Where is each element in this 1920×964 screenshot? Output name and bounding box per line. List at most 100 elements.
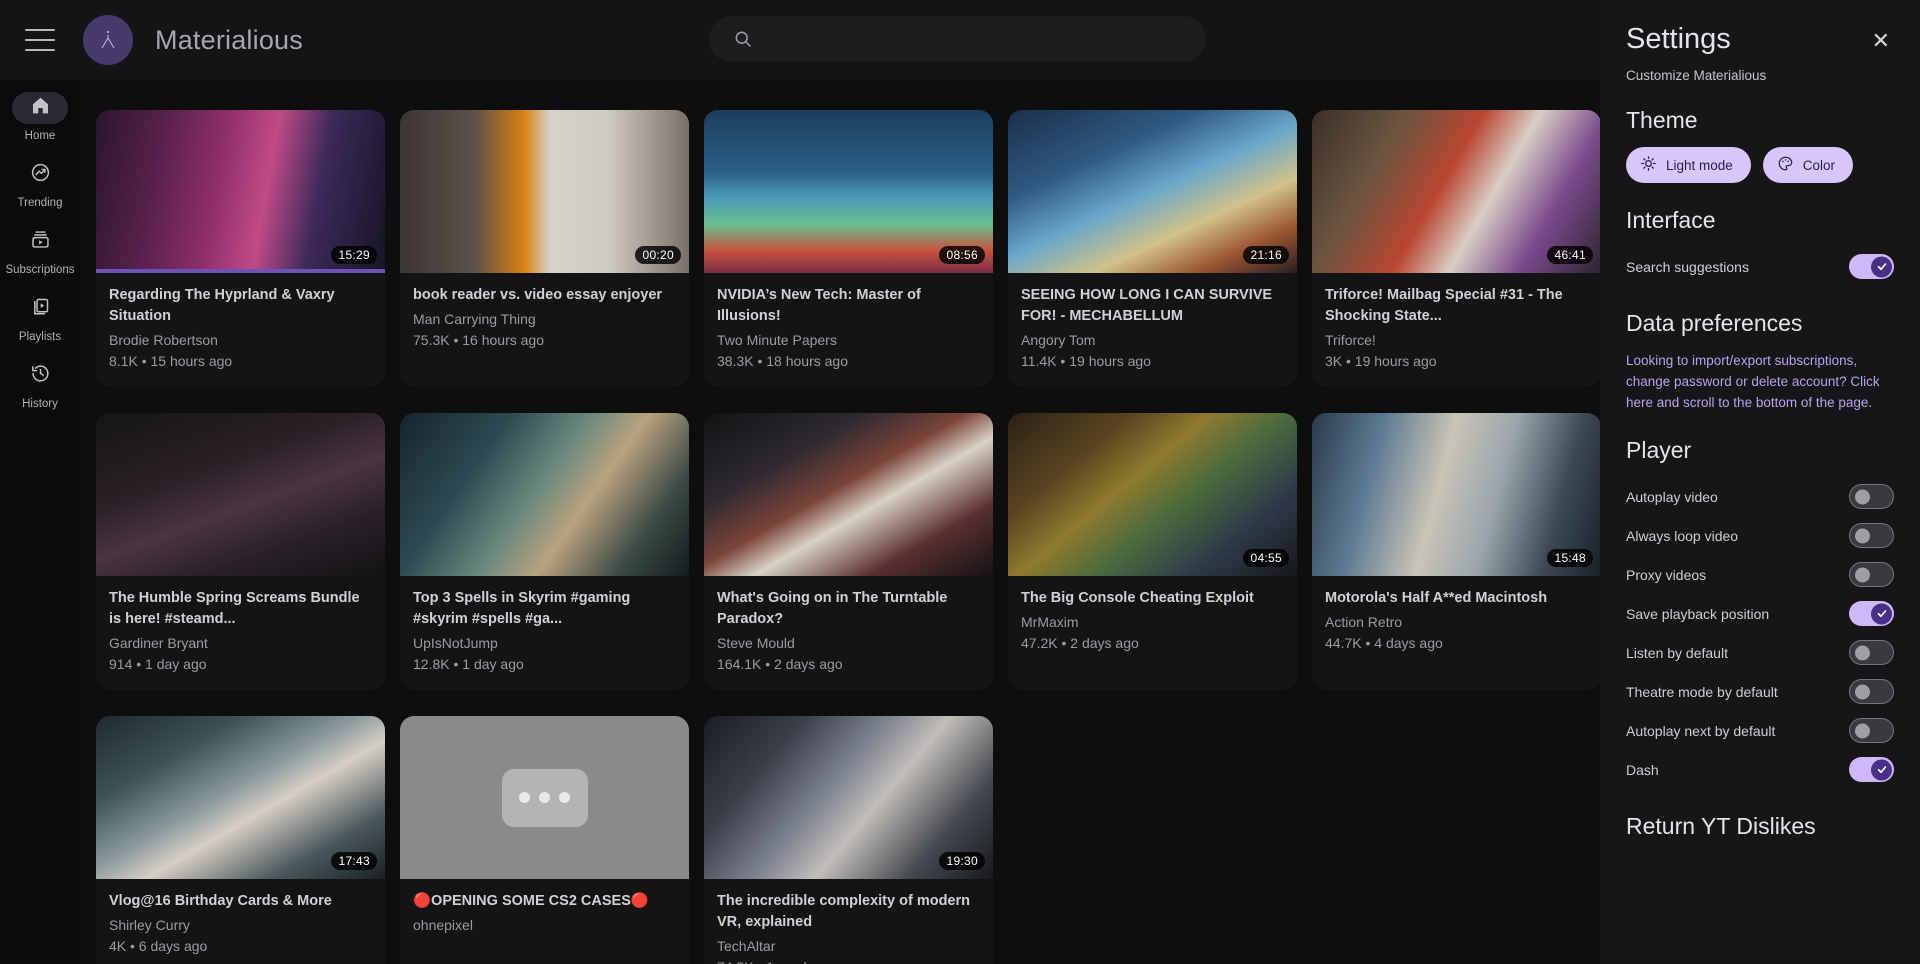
materialious-logo-icon[interactable] (83, 15, 133, 65)
toggle-knob (1855, 567, 1870, 582)
video-author[interactable]: Shirley Curry (109, 915, 372, 935)
video-thumbnail[interactable]: 04:55 (1008, 413, 1297, 576)
video-author[interactable]: Man Carrying Thing (413, 309, 676, 329)
player-setting-toggle[interactable] (1849, 484, 1894, 509)
video-title[interactable]: The Humble Spring Screams Bundle is here… (109, 588, 372, 630)
video-title[interactable]: book reader vs. video essay enjoyer (413, 285, 676, 306)
player-setting-toggle[interactable] (1849, 562, 1894, 587)
video-author[interactable]: TechAltar (717, 936, 980, 956)
video-thumbnail[interactable]: 00:20 (400, 110, 689, 273)
player-setting-toggle[interactable] (1849, 679, 1894, 704)
interface-section-heading: Interface (1626, 207, 1716, 233)
video-author[interactable]: Action Retro (1325, 612, 1588, 632)
sidebar-item-home[interactable]: Home (4, 92, 76, 143)
video-author[interactable]: Brodie Robertson (109, 330, 372, 350)
video-author[interactable]: Angory Tom (1021, 330, 1284, 350)
video-title[interactable]: The incredible complexity of modern VR, … (717, 891, 980, 933)
sidebar-item-history[interactable]: History (4, 360, 76, 411)
player-setting-label: Always loop video (1626, 527, 1739, 544)
video-stats: 8.1K • 15 hours ago (109, 353, 233, 369)
video-thumbnail[interactable]: 19:30 (704, 716, 993, 879)
video-meta: The Humble Spring Screams Bundle is here… (96, 576, 385, 690)
player-setting-row: Autoplay video (1626, 477, 1894, 516)
video-thumbnail[interactable] (400, 716, 689, 879)
player-setting-label: Proxy videos (1626, 566, 1707, 583)
video-title[interactable]: 🔴OPENING SOME CS2 CASES🔴 (413, 891, 676, 912)
video-card[interactable]: The Humble Spring Screams Bundle is here… (96, 413, 385, 690)
video-card[interactable]: 04:55 The Big Console Cheating Exploit MrM… (1008, 413, 1297, 690)
player-setting-toggle[interactable] (1849, 601, 1894, 626)
interface-setting-label: Search suggestions (1626, 258, 1749, 275)
toggle-knob (1855, 723, 1870, 738)
player-setting-toggle[interactable] (1849, 640, 1894, 665)
video-thumbnail[interactable]: 15:29 (96, 110, 385, 273)
video-stats: 11.4K • 19 hours ago (1021, 353, 1151, 369)
video-card[interactable]: Top 3 Spells in Skyrim #gaming #skyrim #… (400, 413, 689, 690)
video-author[interactable]: ohnepixel (413, 915, 676, 935)
data-preferences-link[interactable]: Looking to import/export subscriptions, … (1626, 350, 1894, 413)
light-mode-button[interactable]: Light mode (1626, 147, 1751, 183)
search-input[interactable] (767, 30, 1186, 48)
video-duration-badge: 00:20 (635, 246, 681, 264)
video-stats: 4K • 6 days ago (109, 938, 208, 954)
color-button[interactable]: Color (1762, 147, 1854, 183)
sidebar-item-label: Playlists (18, 331, 62, 343)
video-duration-badge: 46:41 (1547, 246, 1593, 264)
video-duration-badge: 08:56 (939, 246, 985, 264)
video-duration-badge: 15:29 (331, 246, 377, 264)
video-thumbnail[interactable]: 17:43 (96, 716, 385, 879)
video-meta: What's Going on in The Turntable Paradox… (704, 576, 993, 690)
video-title[interactable]: Triforce! Mailbag Special #31 - The Shoc… (1325, 285, 1588, 327)
video-card[interactable]: What's Going on in The Turntable Paradox… (704, 413, 993, 690)
video-stats: 47.2K • 2 days ago (1021, 635, 1139, 651)
video-thumbnail[interactable]: 46:41 (1312, 110, 1601, 273)
video-title[interactable]: What's Going on in The Turntable Paradox… (717, 588, 980, 630)
player-setting-toggle[interactable] (1849, 757, 1894, 782)
video-author[interactable]: Gardiner Bryant (109, 633, 372, 653)
video-thumbnail[interactable] (96, 413, 385, 576)
video-card[interactable]: 46:41 Triforce! Mailbag Special #31 - The… (1312, 110, 1601, 387)
video-thumbnail[interactable]: 15:48 (1312, 413, 1601, 576)
video-card[interactable]: 15:48 Motorola's Half A**ed Macintosh Acti… (1312, 413, 1601, 690)
video-card[interactable]: 🔴OPENING SOME CS2 CASES🔴 ohnepixel (400, 716, 689, 964)
player-setting-label: Listen by default (1626, 644, 1728, 661)
close-icon[interactable]: ✕ (1868, 28, 1894, 54)
player-setting-toggle[interactable] (1849, 523, 1894, 548)
video-title[interactable]: NVIDIA’s New Tech: Master of Illusions! (717, 285, 980, 327)
video-title[interactable]: Regarding The Hyprland & Vaxry Situation (109, 285, 372, 327)
video-title[interactable]: Vlog@16 Birthday Cards & More (109, 891, 372, 912)
search-bar[interactable] (709, 16, 1206, 62)
video-thumbnail[interactable]: 08:56 (704, 110, 993, 273)
video-thumbnail[interactable] (704, 413, 993, 576)
sidebar-item-playlists[interactable]: Playlists (4, 293, 76, 344)
video-author[interactable]: UpIsNotJump (413, 633, 676, 653)
video-card[interactable]: 19:30 The incredible complexity of modern… (704, 716, 993, 964)
video-meta: Triforce! Mailbag Special #31 - The Shoc… (1312, 273, 1601, 387)
video-card[interactable]: 08:56 NVIDIA’s New Tech: Master of Illusi… (704, 110, 993, 387)
video-title[interactable]: The Big Console Cheating Exploit (1021, 588, 1284, 609)
video-card[interactable]: 00:20 book reader vs. video essay enjoyer… (400, 110, 689, 387)
video-title[interactable]: Motorola's Half A**ed Macintosh (1325, 588, 1588, 609)
player-setting-row: Always loop video (1626, 516, 1894, 555)
video-author[interactable]: Two Minute Papers (717, 330, 980, 350)
video-author[interactable]: Steve Mould (717, 633, 980, 653)
video-thumbnail[interactable] (400, 413, 689, 576)
sidebar-item-subscriptions[interactable]: Subscriptions (4, 226, 76, 277)
player-setting-toggle[interactable] (1849, 718, 1894, 743)
thumbnail-placeholder (400, 716, 689, 879)
video-duration-badge: 17:43 (331, 852, 377, 870)
player-setting-label: Autoplay next by default (1626, 722, 1776, 739)
video-author[interactable]: MrMaxim (1021, 612, 1284, 632)
video-title[interactable]: SEEING HOW LONG I CAN SURVIVE FOR! - MEC… (1021, 285, 1284, 327)
toggle-knob (1855, 489, 1870, 504)
settings-drawer: Settings ✕ Customize Materialious Theme … (1600, 0, 1920, 964)
hamburger-menu-icon[interactable] (25, 29, 55, 51)
video-card[interactable]: 21:16 SEEING HOW LONG I CAN SURVIVE FOR! … (1008, 110, 1297, 387)
video-author[interactable]: Triforce! (1325, 330, 1588, 350)
video-title[interactable]: Top 3 Spells in Skyrim #gaming #skyrim #… (413, 588, 676, 630)
video-card[interactable]: 15:29 Regarding The Hyprland & Vaxry Situ… (96, 110, 385, 387)
video-card[interactable]: 17:43 Vlog@16 Birthday Cards & More Shirle… (96, 716, 385, 964)
sidebar-item-trending[interactable]: Trending (4, 159, 76, 210)
video-thumbnail[interactable]: 21:16 (1008, 110, 1297, 273)
interface-setting-toggle[interactable] (1849, 254, 1894, 279)
